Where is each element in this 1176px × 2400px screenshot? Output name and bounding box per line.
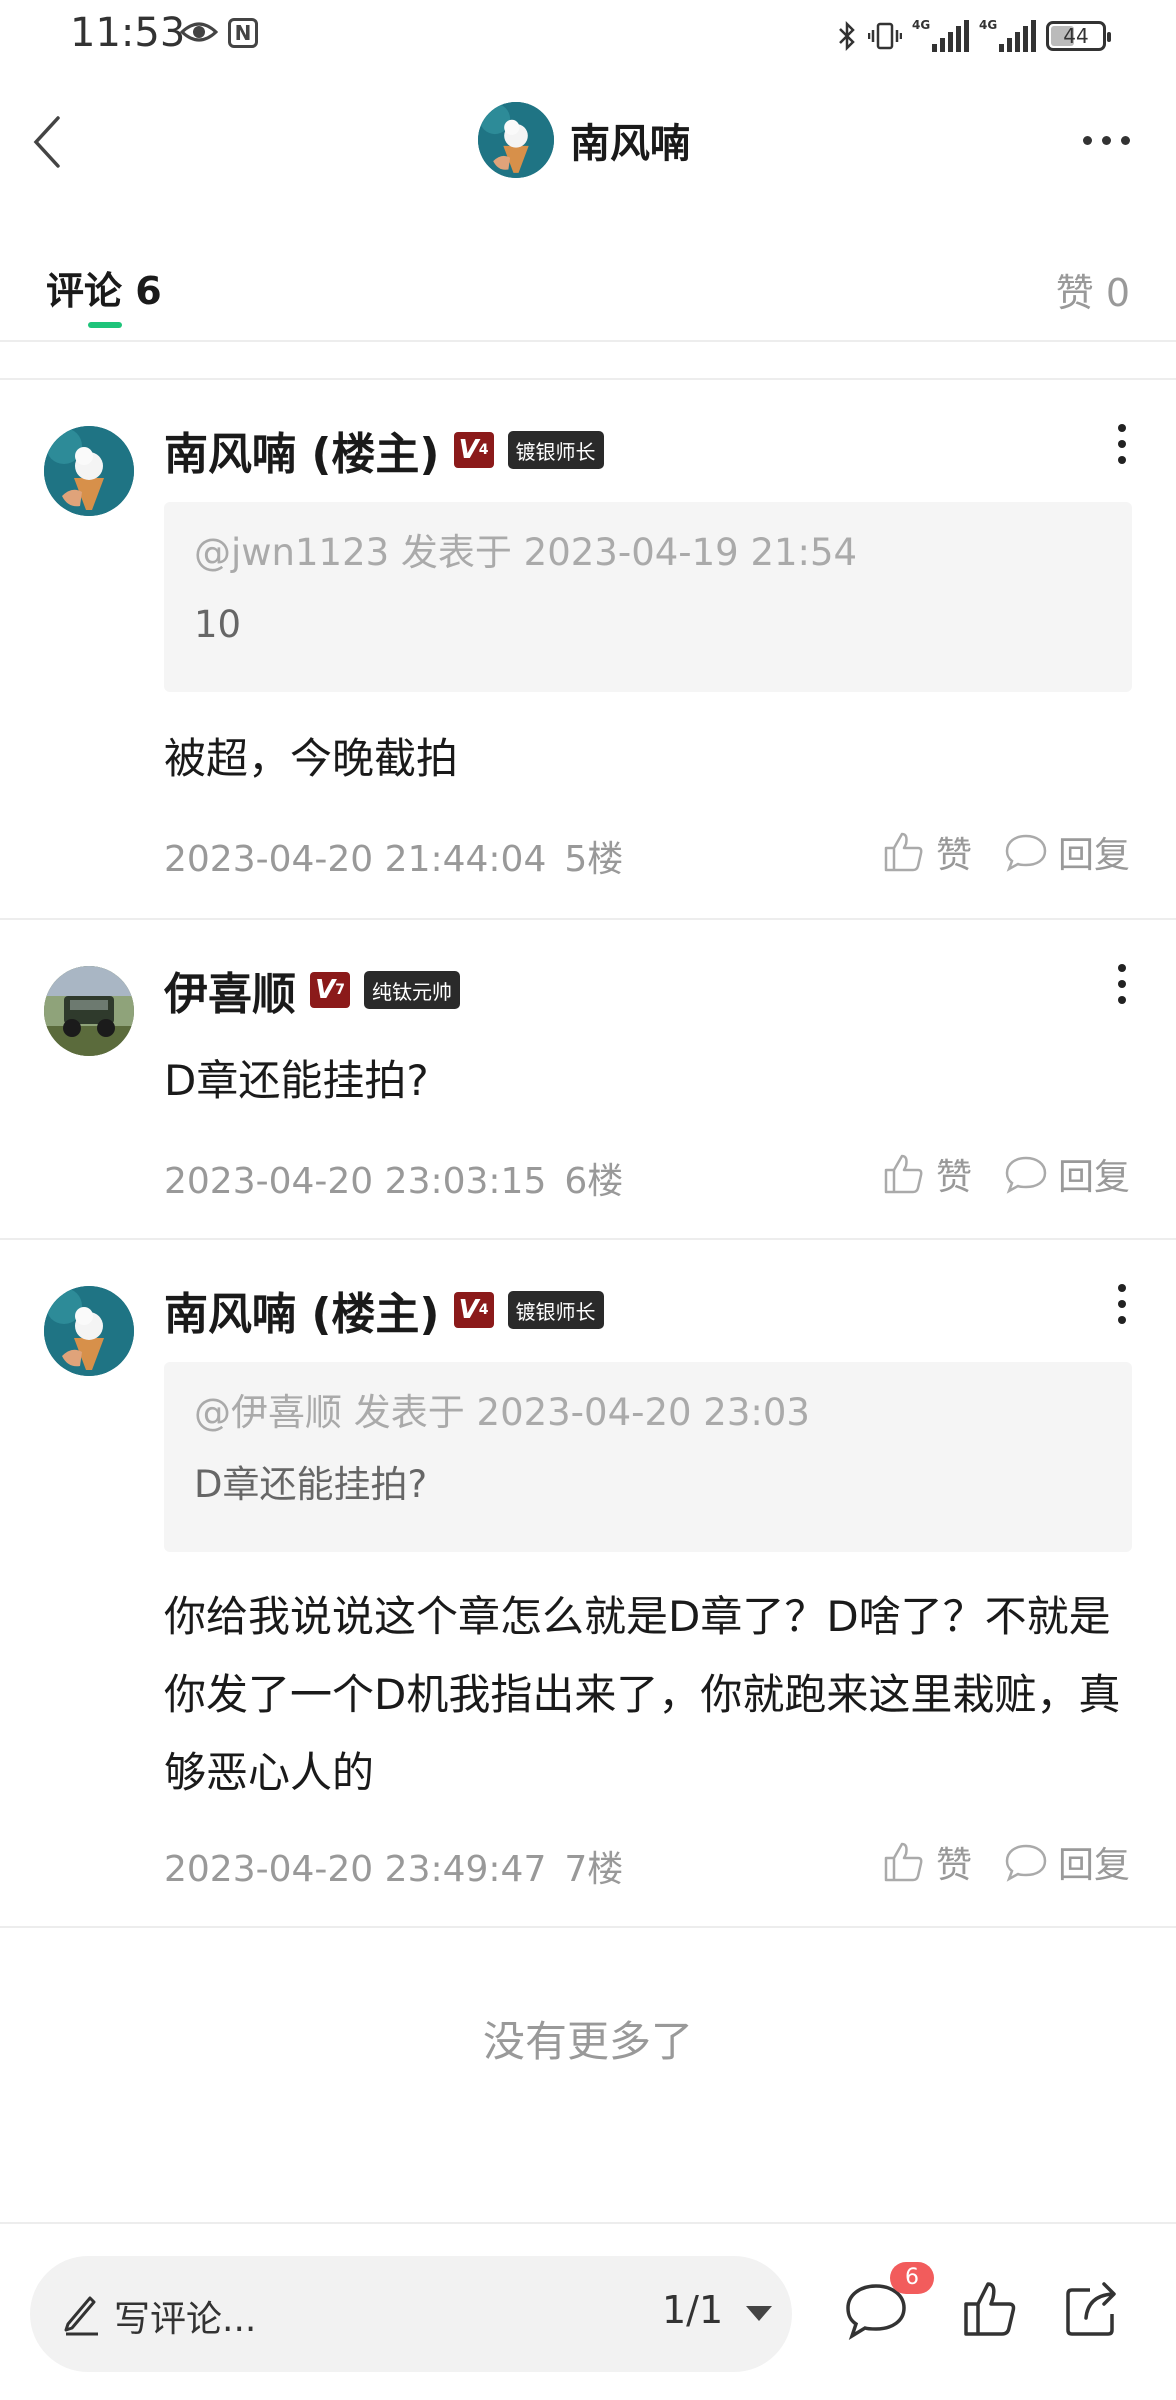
avatar[interactable] <box>478 102 554 178</box>
comment-text: 你给我说说这个章怎么就是D章了？D啥了？不就是你发了一个D机我指出来了，你就跑来… <box>164 1592 1121 1797</box>
comment-tab-row: 评论 6 赞 0 <box>0 232 1176 342</box>
username[interactable]: 伊喜顺 <box>164 958 296 1022</box>
thumbs-up-icon <box>884 1154 923 1194</box>
like-button[interactable]: 赞 <box>882 826 972 878</box>
nav-bar: 南风喃 <box>0 72 1176 222</box>
like-button[interactable]: 赞 <box>882 1836 972 1888</box>
write-comment-placeholder: 写评论... <box>114 2299 257 2340</box>
tab-comments-count: 6 <box>135 269 162 313</box>
comment-item: 南风喃 (楼主) V4 镀银师长 @jwn1123 发表于 2023-04-19… <box>0 380 1176 920</box>
quoted-comment[interactable]: @jwn1123 发表于 2023-04-19 21:54 10 <box>164 502 1132 692</box>
comment-item: 伊喜顺 V7 纯钛元帅 D章还能挂拍? 2023-04-20 23:03:15 6… <box>0 920 1176 1240</box>
level-badge: V4 <box>453 432 494 468</box>
comment-meta: 2023-04-20 21:44:04 5楼 <box>164 830 623 882</box>
quote-header: @jwn1123 发表于 2023-04-19 21:54 <box>194 531 858 574</box>
reply-button[interactable]: 回复 <box>1004 826 1130 878</box>
comment-bubble-icon <box>1005 834 1047 872</box>
more-vertical-icon[interactable] <box>1118 424 1126 464</box>
comment-time: 2023-04-20 23:03:15 <box>164 1161 547 1202</box>
more-vertical-icon[interactable] <box>1118 964 1126 1004</box>
bluetooth-icon <box>839 20 855 52</box>
quoted-comment[interactable]: @伊喜顺 发表于 2023-04-20 23:03 D章还能挂拍? <box>164 1362 1132 1552</box>
reply-label: 回复 <box>1057 835 1130 876</box>
status-indicators: 4G 4G 44 <box>836 16 1111 56</box>
thumbs-up-icon <box>884 832 923 872</box>
signal-1-icon: 4G <box>912 18 969 52</box>
comment-time: 2023-04-20 21:44:04 <box>164 839 547 880</box>
like-label: 赞 <box>935 1845 972 1886</box>
comment-bubble-icon <box>1005 1844 1047 1882</box>
comment-bubble-icon <box>1005 1156 1047 1194</box>
comment-text: 被超，今晚截拍 <box>164 734 459 783</box>
write-comment-input[interactable]: 写评论... 1/1 <box>30 2256 792 2372</box>
reply-button[interactable]: 回复 <box>1004 1148 1130 1200</box>
avatar[interactable] <box>44 966 134 1056</box>
signal-2-icon: 4G <box>979 18 1036 52</box>
tab-comments-label: 评论 <box>46 269 123 313</box>
rank-badge: 纯钛元帅 <box>364 971 460 1009</box>
like-label: 赞 <box>935 1157 972 1198</box>
username[interactable]: 南风喃 (楼主) <box>164 1278 440 1342</box>
tab-likes-count: 0 <box>1105 271 1130 315</box>
tab-active-indicator <box>88 322 122 328</box>
more-vertical-icon[interactable] <box>1118 1284 1126 1324</box>
reply-label: 回复 <box>1057 1157 1130 1198</box>
comment-header: 伊喜顺 V7 纯钛元帅 <box>164 958 460 1022</box>
reply-label: 回复 <box>1057 1845 1130 1886</box>
floor-number: 6楼 <box>564 1161 624 1202</box>
like-label: 赞 <box>935 835 972 876</box>
nfc-icon: N <box>228 18 258 48</box>
floor-number: 5楼 <box>564 839 624 880</box>
comment-meta: 2023-04-20 23:49:47 7楼 <box>164 1840 623 1892</box>
comment-meta: 2023-04-20 23:03:15 6楼 <box>164 1152 623 1204</box>
comment-header: 南风喃 (楼主) V4 镀银师长 <box>164 1278 604 1342</box>
level-badge: V4 <box>453 1292 494 1328</box>
thumbs-up-icon <box>884 1842 923 1882</box>
quote-header: @伊喜顺 发表于 2023-04-20 23:03 <box>194 1391 810 1434</box>
floor-number: 7楼 <box>564 1849 624 1890</box>
pencil-icon <box>64 2296 98 2336</box>
eye-icon <box>180 22 218 42</box>
ice-cream-avatar-icon <box>44 1286 134 1376</box>
back-icon[interactable] <box>28 112 68 172</box>
comment-header: 南风喃 (楼主) V4 镀银师长 <box>164 418 604 482</box>
tab-likes[interactable]: 赞 0 <box>1056 262 1130 317</box>
quote-body: D章还能挂拍? <box>194 1463 428 1506</box>
quote-body: 10 <box>194 603 242 646</box>
nav-user[interactable]: 南风喃 <box>478 102 690 178</box>
comment-time: 2023-04-20 23:49:47 <box>164 1849 547 1890</box>
like-button[interactable]: 赞 <box>882 1148 972 1200</box>
bottom-bar: 写评论... 1/1 6 <box>0 2222 1176 2400</box>
page-indicator[interactable]: 1/1 <box>662 2288 723 2332</box>
tab-likes-label: 赞 <box>1055 271 1094 315</box>
vibrate-icon <box>868 22 902 50</box>
more-horizontal-icon[interactable] <box>1083 136 1130 145</box>
rank-badge: 镀银师长 <box>507 431 604 469</box>
thumbs-up-icon[interactable] <box>962 2278 1018 2338</box>
comment-count-badge: 6 <box>890 2262 934 2294</box>
jeep-avatar-icon <box>44 966 134 1056</box>
battery-icon: 44 <box>1046 21 1111 51</box>
battery-level: 44 <box>1063 24 1089 48</box>
reply-button[interactable]: 回复 <box>1004 1836 1130 1888</box>
ice-cream-avatar-icon <box>478 102 554 178</box>
comment-actions: 赞 回复 <box>882 1836 1130 1888</box>
no-more-text: 没有更多了 <box>482 2017 693 2066</box>
nav-title: 南风喃 <box>570 121 690 167</box>
chevron-down-icon[interactable] <box>746 2306 772 2321</box>
comment-text: D章还能挂拍? <box>164 1056 429 1105</box>
rank-badge: 镀银师长 <box>507 1291 604 1329</box>
tab-comments[interactable]: 评论 6 <box>46 260 162 315</box>
level-badge: V7 <box>310 972 350 1008</box>
status-time: 11:53 <box>70 10 186 56</box>
comment-actions: 赞 回复 <box>882 826 1130 878</box>
avatar[interactable] <box>44 426 134 516</box>
comment-item: 南风喃 (楼主) V4 镀银师长 @伊喜顺 发表于 2023-04-20 23:… <box>0 1240 1176 1928</box>
status-bar: 11:53 N 4G 4G 44 <box>0 0 1176 72</box>
ice-cream-avatar-icon <box>44 426 134 516</box>
username[interactable]: 南风喃 (楼主) <box>164 418 440 482</box>
comment-actions: 赞 回复 <box>882 1148 1130 1200</box>
share-icon[interactable] <box>1064 2278 1120 2338</box>
avatar[interactable] <box>44 1286 134 1376</box>
